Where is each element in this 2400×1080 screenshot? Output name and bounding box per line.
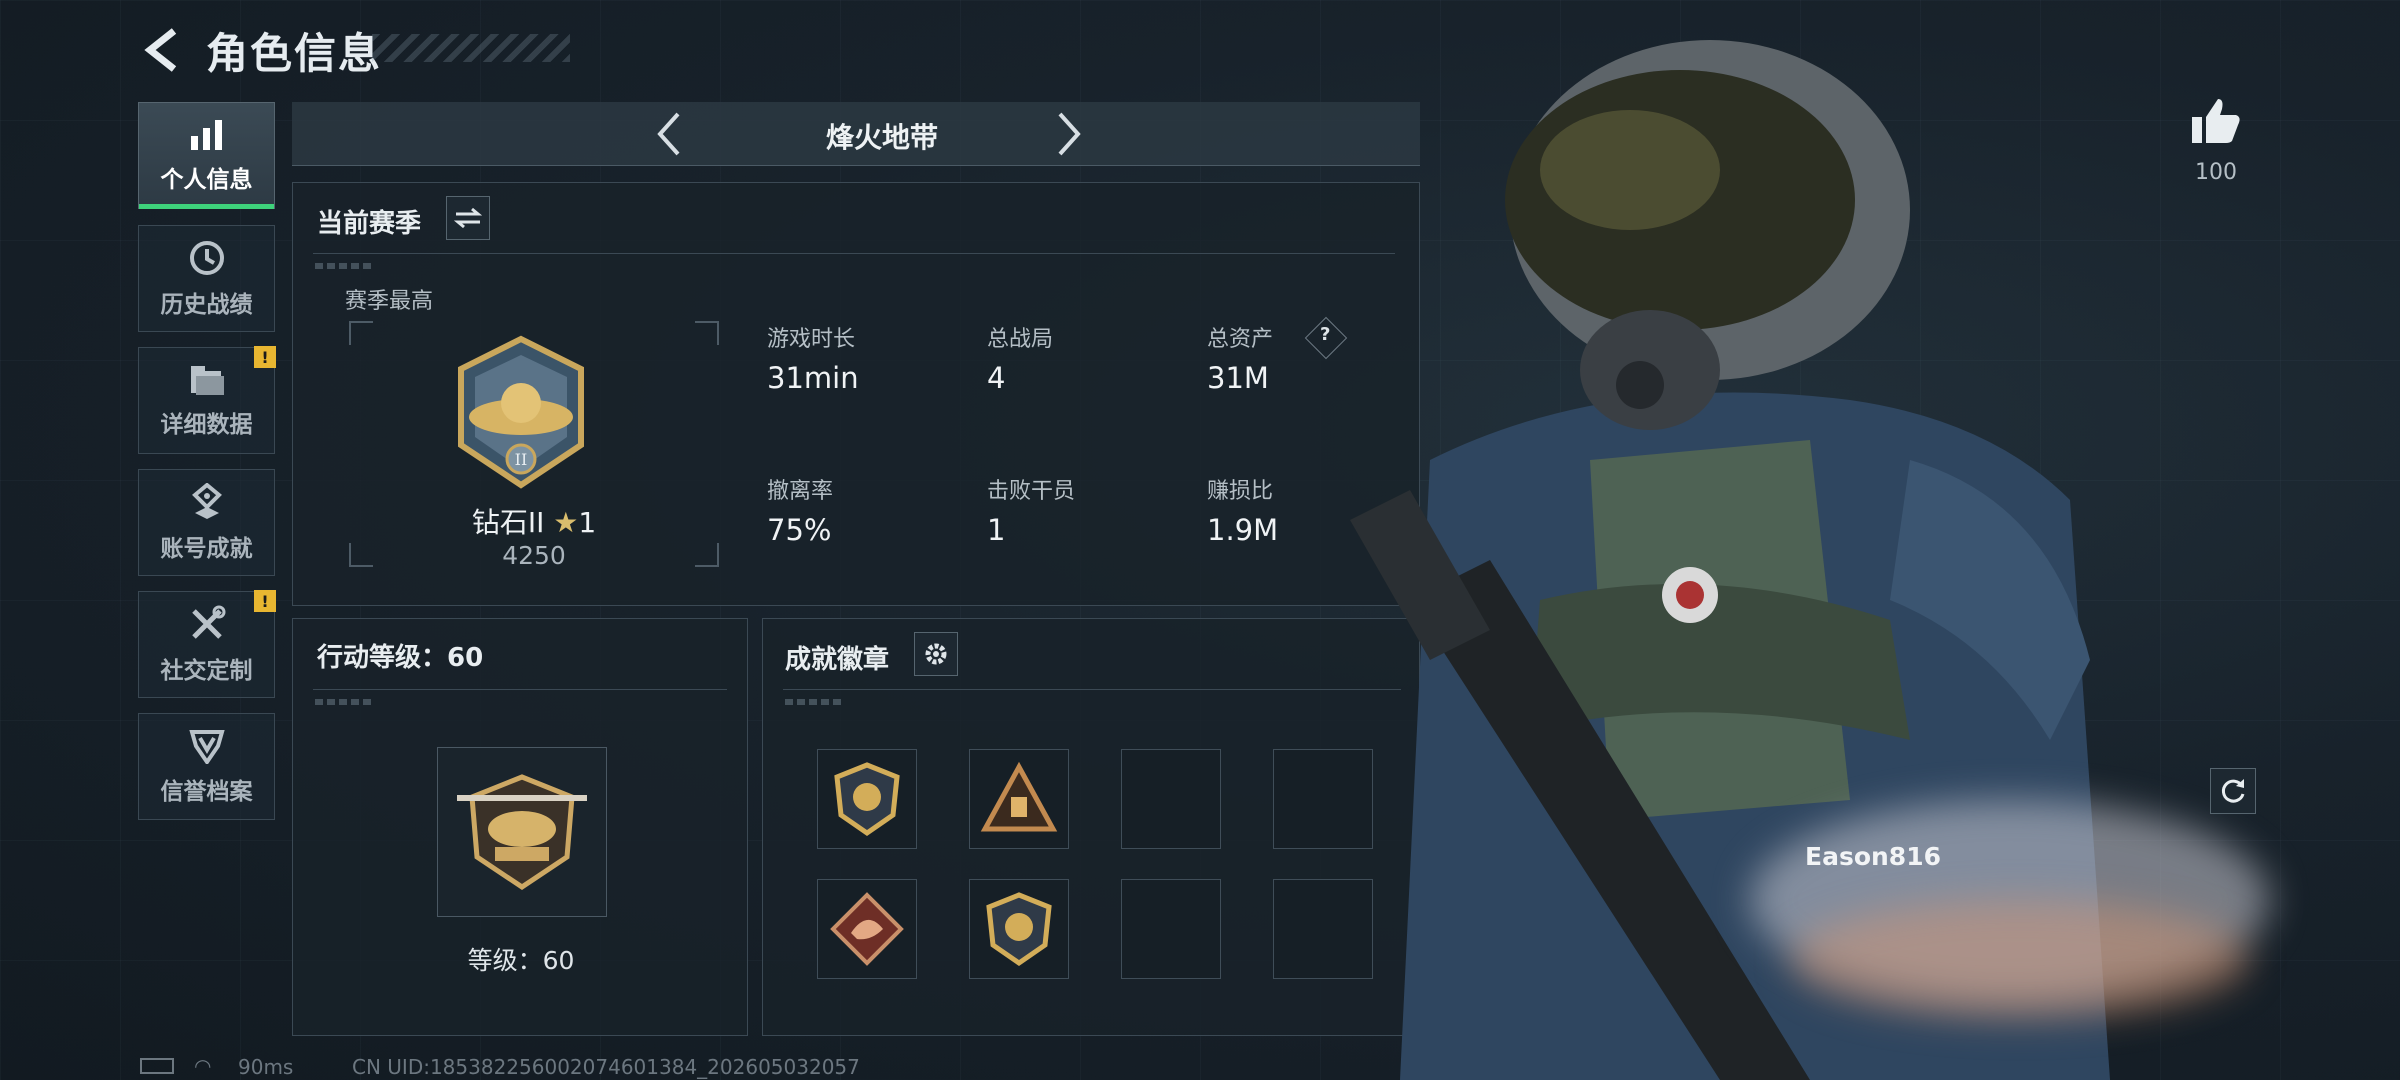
stat-label: 游戏时长 — [767, 327, 856, 352]
star-icon: ★ — [553, 506, 579, 539]
level-title: 行动等级：60 — [317, 643, 484, 673]
frame-corner — [349, 321, 373, 345]
rank-line: 钻石II ★1 — [349, 501, 719, 541]
gear-icon — [925, 643, 947, 665]
sidebar-item-label: 历史战绩 — [160, 291, 253, 318]
sidebar-item-credit-record[interactable]: 信誉档案 — [138, 713, 275, 820]
sidebar-item-label: 社交定制 — [160, 657, 253, 684]
badge-slot[interactable] — [817, 749, 917, 849]
sidebar-item-social-custom[interactable]: ! 社交定制 — [138, 590, 276, 698]
wifi-icon: ◠ — [194, 1054, 212, 1078]
sidebar-item-label: 信誉档案 — [160, 778, 253, 805]
thumbs-up-icon — [2192, 99, 2240, 143]
tools-icon — [191, 605, 225, 639]
rank-emblem-icon: II — [441, 333, 601, 497]
chevron-left-icon — [657, 112, 680, 156]
like-button[interactable] — [2190, 95, 2242, 149]
stat-value: 31min — [767, 361, 859, 395]
clock-icon — [189, 240, 224, 275]
shield-badge-icon — [834, 762, 900, 837]
battery-icon — [140, 1058, 174, 1074]
back-button[interactable] — [138, 22, 186, 78]
level-emblem — [437, 747, 607, 917]
stat-value: 31M — [1207, 361, 1269, 395]
achievements-settings-button[interactable] — [914, 632, 958, 676]
deco-stripe — [315, 699, 375, 705]
refresh-button[interactable] — [2210, 768, 2256, 814]
mode-title: 烽火地带 — [825, 121, 938, 154]
warning-badge: ! — [254, 346, 276, 368]
sidebar-item-history[interactable]: 历史战绩 — [138, 225, 275, 332]
stat-value: 75% — [767, 513, 832, 547]
deco-stripe — [785, 699, 845, 705]
divider — [313, 253, 1395, 254]
season-best-label: 赛季最高 — [345, 289, 434, 314]
badge-slot[interactable] — [969, 749, 1069, 849]
helicopter-emblem-icon — [457, 774, 587, 891]
level-panel: 行动等级：60 等级：60 — [292, 618, 748, 1036]
mode-next-button[interactable] — [1044, 108, 1094, 160]
sidebar-item-label: 详细数据 — [160, 411, 253, 438]
rank-points: 4250 — [502, 541, 566, 570]
mode-prev-button[interactable] — [644, 108, 694, 160]
blurred-overlay — [1790, 900, 2250, 1020]
title-decoration — [372, 34, 570, 62]
stat-value: 4 — [987, 361, 1006, 395]
level-text: 等级：60 — [467, 946, 575, 975]
sidebar-item-label: 账号成就 — [160, 535, 253, 562]
stat-value: 1 — [987, 513, 1006, 547]
badge-slot[interactable] — [817, 879, 917, 979]
refresh-icon — [2221, 779, 2245, 803]
achievements-title: 成就徽章 — [785, 645, 890, 675]
badge-slot-empty[interactable] — [1121, 749, 1221, 849]
stat-label: 总资产 — [1207, 327, 1274, 352]
stat-label: 总战局 — [987, 327, 1054, 352]
mode-switcher: 烽火地带 — [292, 102, 1420, 166]
badge-slot[interactable] — [969, 879, 1069, 979]
deco-stripe — [315, 263, 375, 269]
sidebar-item-label: 个人信息 — [160, 166, 253, 193]
shield-badge-icon — [986, 892, 1052, 967]
player-name: Eason816 — [1805, 842, 1941, 871]
stat-label: 击败干员 — [987, 479, 1076, 504]
stat-label: 赚损比 — [1207, 479, 1274, 504]
stat-value: 1.9M — [1207, 513, 1279, 547]
warning-badge: ! — [254, 590, 276, 612]
back-arrow-icon — [144, 28, 177, 72]
sidebar-item-achievements[interactable]: 账号成就 — [138, 469, 275, 576]
rank-stars: 1 — [578, 506, 597, 539]
season-title: 当前赛季 — [317, 209, 422, 239]
rank-name: 钻石II — [471, 506, 545, 539]
bar-chart-icon — [190, 119, 222, 150]
badge-slot-empty[interactable] — [1121, 879, 1221, 979]
divider — [313, 689, 727, 690]
dragon-badge-icon — [830, 892, 904, 966]
stat-label: 撤离率 — [767, 479, 834, 504]
warning-triangle-badge-icon — [980, 761, 1058, 832]
season-switch-button[interactable] — [446, 196, 490, 240]
swap-arrows-icon — [454, 207, 482, 229]
svg-text:II: II — [515, 450, 528, 469]
season-panel: 当前赛季 赛季最高 II 钻石II ★1 4250 游戏时长 31min 总战局… — [292, 182, 1420, 606]
shield-badge-icon — [188, 729, 225, 764]
folder-icon — [190, 365, 224, 395]
sidebar-item-detailed-data[interactable]: ! 详细数据 — [138, 346, 276, 454]
frame-corner — [695, 321, 719, 345]
chevron-right-icon — [1058, 112, 1081, 156]
uid-text: CN UID:18538225600207460138​4_2026050320… — [352, 1055, 860, 1079]
likes-count: 100 — [2195, 160, 2237, 185]
page-title: 角色信息 — [206, 29, 383, 78]
sidebar-item-personal-info[interactable]: 个人信息 — [138, 102, 275, 209]
trophy-icon — [191, 482, 222, 519]
ping-text: 90ms — [238, 1055, 294, 1079]
